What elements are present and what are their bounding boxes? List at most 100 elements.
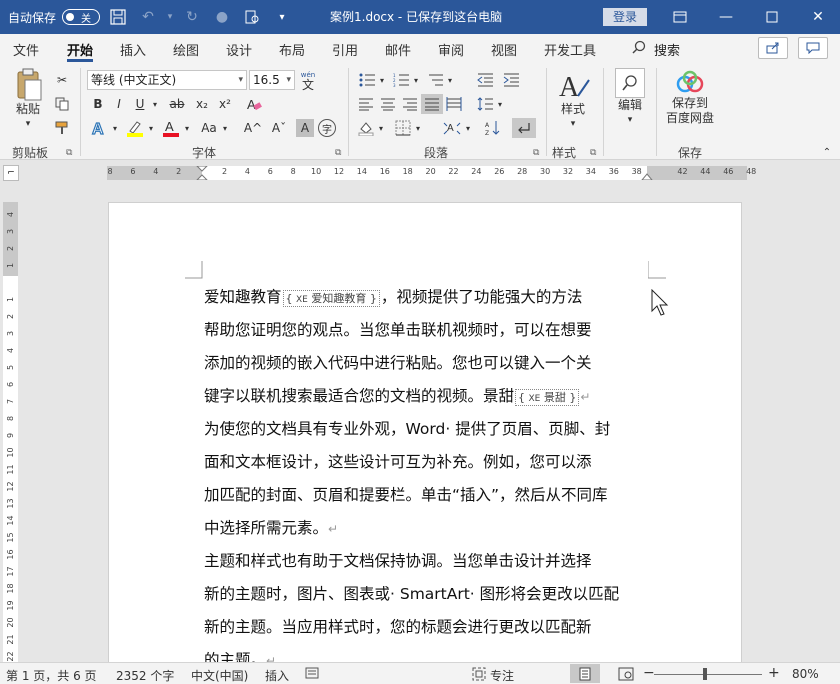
superscript-button[interactable]: x²	[215, 94, 235, 114]
ribbon-display-icon[interactable]	[657, 0, 703, 34]
print-layout-icon[interactable]	[570, 664, 600, 683]
tab-references[interactable]: 引用	[332, 40, 358, 59]
text-effects-dropdown-icon[interactable]: ▾	[110, 118, 120, 138]
autosave-toggle[interactable]: 关	[62, 9, 101, 25]
underline-button[interactable]: U	[131, 94, 149, 114]
text-line[interactable]: 键字以联机搜索最适合您的文档的视频。景甜{ XE 景甜 } ↵	[204, 382, 656, 415]
font-color-icon[interactable]: A	[160, 118, 182, 138]
multilevel-list-icon[interactable]	[424, 70, 446, 90]
tab-layout[interactable]: 布局	[279, 40, 305, 59]
maximize-button[interactable]	[749, 0, 795, 34]
chinese-layout-icon[interactable]: A	[440, 118, 464, 138]
cut-icon[interactable]: ✂	[52, 70, 72, 90]
collapse-ribbon-icon[interactable]: ⌃	[820, 146, 834, 158]
paste-button[interactable]: 粘贴 ▾	[8, 68, 48, 132]
tab-design[interactable]: 设计	[226, 40, 252, 59]
multilevel-dropdown-icon[interactable]: ▾	[446, 70, 454, 90]
text-line[interactable]: 面和文本框设计，这些设计可互为补充。例如，您可以添	[204, 448, 656, 481]
font-color-dropdown-icon[interactable]: ▾	[182, 118, 192, 138]
bold-button[interactable]: B	[89, 94, 107, 114]
share-button[interactable]	[758, 37, 788, 59]
zoom-slider[interactable]	[654, 674, 762, 675]
enclose-characters-button[interactable]: 字	[318, 119, 336, 137]
shading-icon[interactable]	[355, 118, 377, 138]
bullets-icon[interactable]	[356, 70, 378, 90]
underline-dropdown-icon[interactable]: ▾	[150, 94, 160, 114]
undo-icon[interactable]: ↶	[136, 5, 160, 29]
dropdown-icon[interactable]: ▾	[166, 5, 174, 29]
shading-dropdown-icon[interactable]: ▾	[377, 118, 385, 138]
grow-font-button[interactable]: A^	[242, 118, 264, 138]
horizontal-ruler[interactable]: 8 6 4 2 2 4 6 8 10 12 14 16 18 20 22 24 26 28 30 32 34 36 38 42…	[107, 166, 756, 180]
subscript-button[interactable]: x₂	[192, 94, 212, 114]
tab-developer[interactable]: 开发工具	[544, 40, 596, 59]
zoom-level[interactable]: 80%	[792, 667, 819, 681]
print-preview-icon[interactable]	[240, 5, 264, 29]
macro-record-icon[interactable]	[305, 667, 319, 682]
highlight-icon[interactable]	[124, 118, 146, 138]
borders-icon[interactable]	[392, 118, 414, 138]
save-baidu-button[interactable]: 保存到 百度网盘	[662, 70, 718, 126]
comments-button[interactable]	[798, 37, 828, 59]
change-case-button[interactable]: Aa	[198, 118, 220, 138]
tab-home[interactable]: 开始	[67, 40, 94, 62]
text-line[interactable]: 为使您的文档具有专业外观，Word· 提供了页眉、页脚、封	[204, 415, 656, 448]
document-body[interactable]: 爱知趣教育{ XE 爱知趣教育 } ，视频提供了功能强大的方法 帮助您证明您的观点。…	[204, 283, 656, 679]
text-effects-icon[interactable]: A	[88, 118, 110, 138]
text-line[interactable]: 加匹配的封面、页眉和提要栏。单击“插入”，然后从不同库	[204, 481, 656, 514]
tab-draw[interactable]: 绘图	[173, 40, 199, 59]
tab-selector-button[interactable]: ⌐	[3, 165, 19, 181]
character-shading-button[interactable]: A	[296, 119, 314, 137]
login-button[interactable]: 登录	[603, 8, 647, 26]
line-spacing-dropdown-icon[interactable]: ▾	[496, 94, 504, 114]
search-tab[interactable]: 搜索	[632, 40, 680, 59]
font-name-combo[interactable]: 等线 (中文正文) ▾	[87, 70, 247, 90]
paragraph-launcher-icon[interactable]: ⧉	[533, 148, 539, 158]
borders-dropdown-icon[interactable]: ▾	[414, 118, 422, 138]
redo-icon[interactable]: ↻	[180, 5, 204, 29]
text-line[interactable]: 新的主题时，图片、图表或· SmartArt· 图形将会更改以匹配	[204, 580, 656, 613]
justify-icon[interactable]	[421, 94, 443, 114]
tab-mailings[interactable]: 邮件	[385, 40, 411, 59]
styles-launcher-icon[interactable]: ⧉	[590, 148, 596, 158]
tab-view[interactable]: 视图	[491, 40, 517, 59]
text-line[interactable]: 帮助您证明您的观点。当您单击联机视频时，可以在想要	[204, 316, 656, 349]
change-case-dropdown-icon[interactable]: ▾	[220, 118, 230, 138]
word-count[interactable]: 2352 个字	[116, 667, 174, 684]
copy-icon[interactable]	[52, 94, 72, 114]
text-line[interactable]: 中选择所需元素。↵	[204, 514, 656, 547]
web-layout-icon[interactable]	[618, 667, 634, 684]
align-left-icon[interactable]	[355, 94, 377, 114]
align-center-icon[interactable]	[377, 94, 399, 114]
record-icon[interactable]: ●	[210, 5, 234, 29]
document-page[interactable]: 爱知趣教育{ XE 爱知趣教育 } ，视频提供了功能强大的方法 帮助您证明您的观点。…	[108, 202, 742, 669]
save-icon[interactable]	[106, 5, 130, 29]
font-launcher-icon[interactable]: ⧉	[335, 148, 341, 158]
editing-button[interactable]: 编辑 ▾	[610, 68, 650, 128]
line-spacing-icon[interactable]	[474, 94, 496, 114]
distributed-icon[interactable]	[443, 94, 465, 114]
index-entry-field[interactable]: { XE 爱知趣教育 }	[282, 290, 380, 307]
highlight-dropdown-icon[interactable]: ▾	[146, 118, 156, 138]
text-line[interactable]: 添加的视频的嵌入代码中进行粘贴。您也可以键入一个关	[204, 349, 656, 382]
text-line[interactable]: 爱知趣教育{ XE 爱知趣教育 } ，视频提供了功能强大的方法	[204, 283, 656, 316]
close-button[interactable]: ✕	[795, 0, 840, 34]
insert-mode[interactable]: 插入	[265, 667, 289, 684]
index-entry-field[interactable]: { XE 景甜 }	[515, 389, 580, 406]
clear-formatting-icon[interactable]: A	[243, 94, 265, 114]
align-right-icon[interactable]	[399, 94, 421, 114]
strikethrough-button[interactable]: ab	[166, 94, 188, 114]
decrease-indent-icon[interactable]	[474, 70, 496, 90]
minimize-button[interactable]: —	[703, 0, 749, 34]
vertical-ruler[interactable]: 4 3 2 1 1 2 3 4 5 6 7 8 9 10 11 12 13 14 15 16 17 18 19 20 21 22	[3, 202, 18, 662]
styles-button[interactable]: A 样式 ▾	[551, 70, 595, 132]
tab-file[interactable]: 文件	[13, 40, 39, 59]
shrink-font-button[interactable]: Aˇ	[268, 118, 290, 138]
numbering-dropdown-icon[interactable]: ▾	[412, 70, 420, 90]
phonetic-guide-icon[interactable]: wén 文	[298, 68, 318, 92]
text-line[interactable]: 新的主题。当应用样式时，您的标题会进行更改以匹配新	[204, 613, 656, 646]
customize-toolbar-icon[interactable]: ▾	[270, 5, 294, 29]
italic-button[interactable]: I	[110, 94, 128, 114]
zoom-slider-thumb[interactable]	[703, 668, 707, 680]
vertical-scrollbar[interactable]	[826, 190, 840, 662]
